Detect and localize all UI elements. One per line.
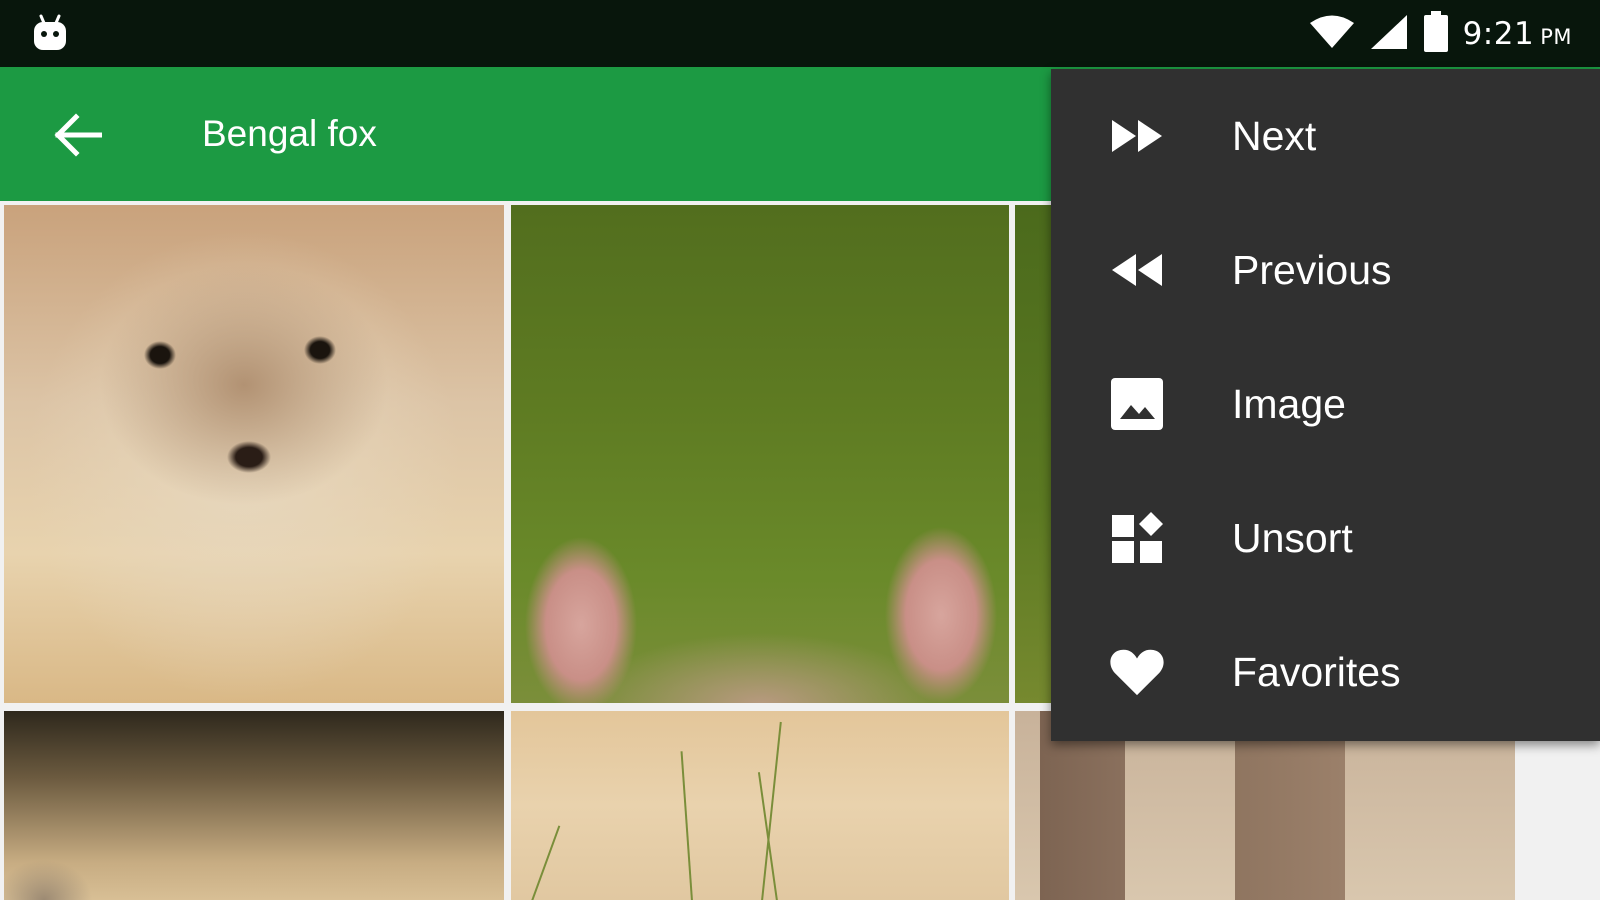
grass-blade — [757, 772, 778, 900]
battery-icon — [1423, 10, 1449, 57]
menu-item-image[interactable]: Image — [1051, 337, 1600, 471]
menu-item-unsort[interactable]: Unsort — [1051, 471, 1600, 605]
status-time-value: 9:21 — [1462, 15, 1535, 52]
fast-forward-icon — [1109, 108, 1165, 164]
grass-photo[interactable] — [511, 711, 1009, 900]
dashboard-icon — [1109, 510, 1165, 566]
menu-item-label: Image — [1232, 381, 1346, 427]
grass-blade — [680, 751, 693, 900]
heart-icon — [1109, 644, 1165, 700]
status-time: 9:21 PM — [1463, 16, 1572, 52]
screen: 9:21 PM Bengal fox Next Previous Image U… — [0, 0, 1600, 900]
grass-blade — [531, 825, 561, 900]
fox-ears-photo[interactable] — [511, 205, 1009, 703]
menu-item-label: Previous — [1232, 247, 1392, 293]
fox-partial-photo[interactable] — [4, 711, 504, 900]
back-button[interactable] — [50, 107, 106, 163]
android-icon — [32, 14, 68, 52]
status-bar: 9:21 PM — [0, 0, 1600, 67]
image-icon — [1109, 376, 1165, 432]
cellular-signal-icon — [1369, 13, 1409, 55]
menu-item-label: Unsort — [1232, 515, 1353, 561]
menu-item-label: Favorites — [1232, 649, 1401, 695]
menu-item-previous[interactable]: Previous — [1051, 203, 1600, 337]
rewind-icon — [1109, 242, 1165, 298]
overflow-menu: Next Previous Image Unsort Favorites — [1051, 69, 1600, 741]
menu-item-label: Next — [1232, 113, 1317, 159]
page-title: Bengal fox — [202, 113, 377, 154]
menu-item-next[interactable]: Next — [1051, 69, 1600, 203]
status-icons: 9:21 PM — [1309, 0, 1572, 67]
menu-item-favorites[interactable]: Favorites — [1051, 605, 1600, 739]
wifi-icon — [1309, 14, 1355, 54]
status-ampm: PM — [1540, 24, 1572, 49]
fox-kit-face-photo[interactable] — [4, 205, 504, 703]
back-arrow-icon — [54, 113, 102, 157]
